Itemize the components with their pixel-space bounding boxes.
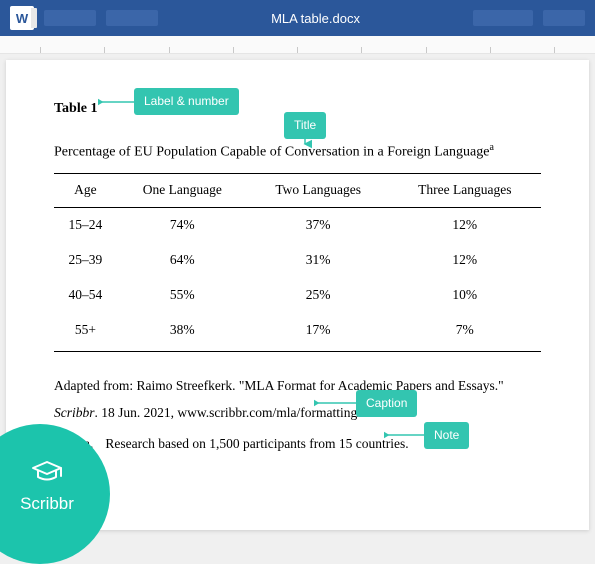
word-app-icon-letter: W xyxy=(16,11,28,26)
annotation-label-number: Label & number xyxy=(134,88,239,115)
titlebar-placeholder xyxy=(543,10,585,26)
col-age: Age xyxy=(54,174,117,208)
scribbr-brand-name: Scribbr xyxy=(20,494,74,514)
table-row: 15–24 74% 37% 12% xyxy=(54,207,541,242)
footnote-marker: a xyxy=(489,142,493,153)
titlebar-placeholder xyxy=(106,10,158,26)
titlebar-placeholder xyxy=(473,10,533,26)
table-header-row: Age One Language Two Languages Three Lan… xyxy=(54,174,541,208)
caption-prefix: Adapted from: Raimo Streefkerk. "MLA For… xyxy=(54,378,504,393)
caption-source-italic: Scribbr xyxy=(54,405,95,420)
arrow-icon xyxy=(98,96,136,110)
table-caption: Adapted from: Raimo Streefkerk. "MLA For… xyxy=(54,372,541,426)
annotation-caption: Caption xyxy=(356,390,417,417)
graduation-cap-icon xyxy=(30,459,64,492)
table-row: 40–54 55% 25% 10% xyxy=(54,278,541,313)
col-three-languages: Three Languages xyxy=(389,174,541,208)
footnote-text: Research based on 1,500 participants fro… xyxy=(105,436,408,451)
annotation-note: Note xyxy=(424,422,469,449)
annotation-title: Title xyxy=(284,112,326,139)
table-row: 25–39 64% 31% 12% xyxy=(54,243,541,278)
col-one-language: One Language xyxy=(117,174,248,208)
table-title: Percentage of EU Population Capable of C… xyxy=(54,140,541,163)
horizontal-ruler[interactable] xyxy=(0,36,595,54)
col-two-languages: Two Languages xyxy=(248,174,389,208)
titlebar-placeholder xyxy=(44,10,96,26)
data-table: Age One Language Two Languages Three Lan… xyxy=(54,173,541,352)
table-row: 55+ 38% 17% 7% xyxy=(54,313,541,351)
word-app-icon: W xyxy=(10,6,34,30)
table-label-number: Table 1 xyxy=(54,98,97,120)
caption-suffix: . 18 Jun. 2021, www.scribbr.com/mla/form… xyxy=(95,405,365,420)
app-titlebar: W MLA table.docx xyxy=(0,0,595,36)
table-title-text: Percentage of EU Population Capable of C… xyxy=(54,144,489,159)
document-filename: MLA table.docx xyxy=(271,11,360,26)
